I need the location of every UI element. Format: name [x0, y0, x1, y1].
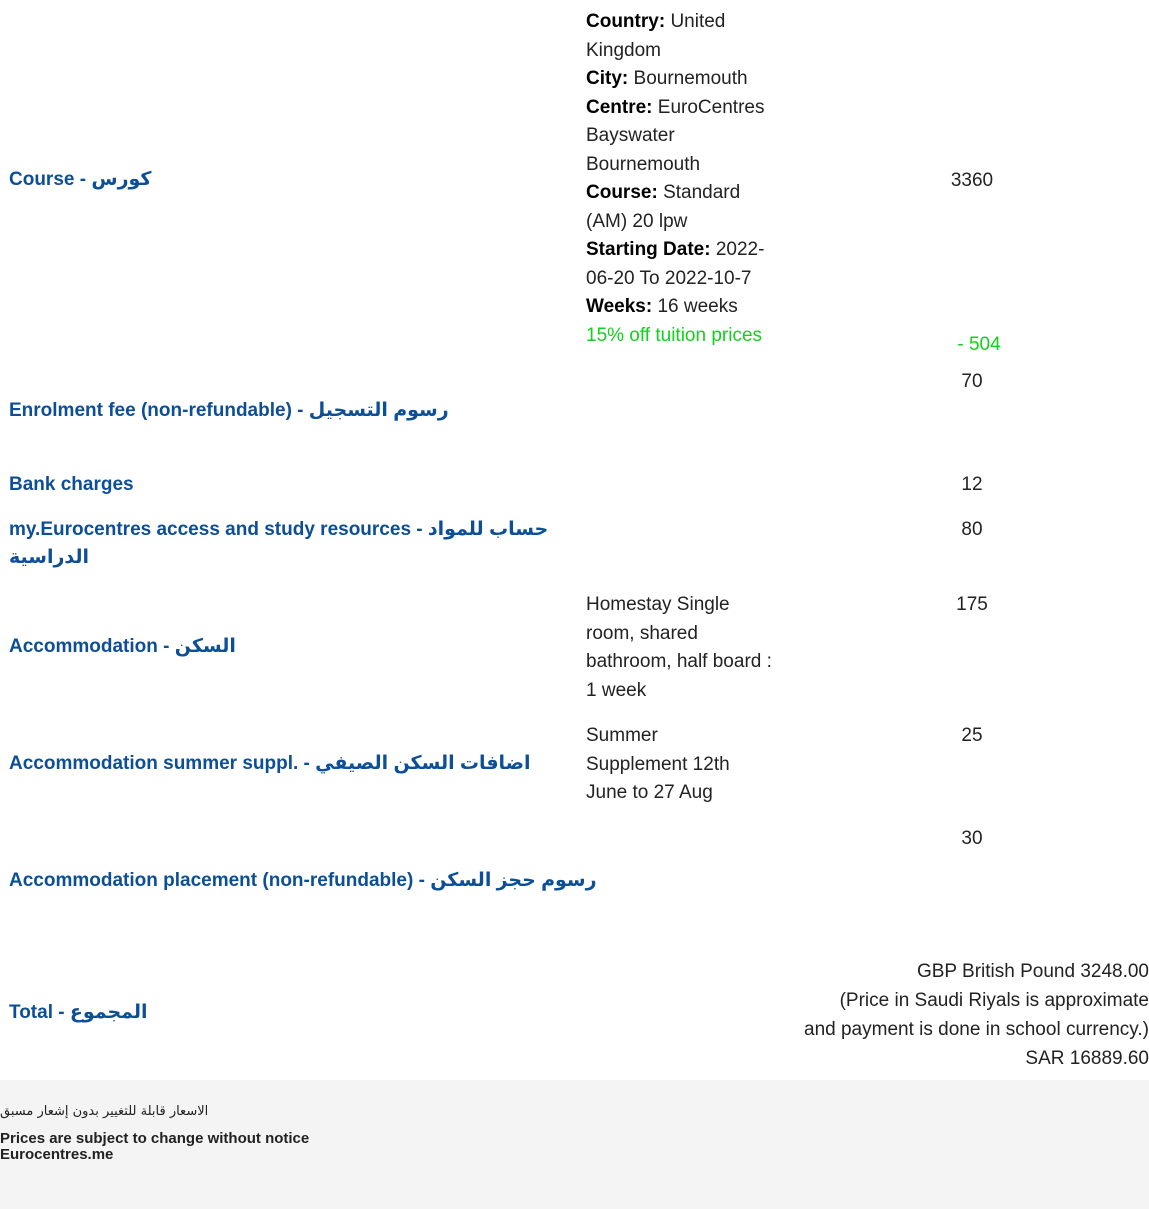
course-price: 3360 [950, 170, 994, 191]
resources-price: 80 [961, 519, 983, 540]
discount-note: 15% off tuition prices [586, 324, 763, 346]
bank-price: 12 [961, 474, 983, 495]
accommodation-details: Homestay Single room, shared bathroom, h… [586, 594, 772, 701]
accommodation-label: Accommodation - السكن [9, 636, 236, 657]
bank-label: Bank charges [9, 474, 134, 495]
summer-price: 25 [961, 725, 983, 746]
summer-details: Summer Supplement 12th June to 27 Aug [586, 725, 730, 803]
weeks-value: 16 weeks [657, 296, 738, 317]
weeks-key: Weeks: [586, 296, 653, 317]
total-note-line2: and payment is done in school currency.) [804, 1019, 1149, 1040]
placement-price: 30 [961, 828, 983, 849]
city-value: Bournemouth [633, 68, 748, 89]
site-name: Eurocentres.me [0, 1146, 114, 1163]
total-label: Total - المجموع [9, 1002, 148, 1023]
enrolment-price: 70 [961, 371, 983, 392]
total-amount-block: GBP British Pound 3248.00 (Price in Saud… [769, 957, 1149, 1073]
total-sar: SAR 16889.60 [1025, 1048, 1149, 1069]
summer-label: Accommodation summer suppl. - اضافات الس… [9, 753, 531, 774]
accommodation-price: 175 [956, 594, 988, 615]
total-gbp: GBP British Pound 3248.00 [916, 961, 1149, 982]
placement-label: Accommodation placement (non-refundable)… [9, 870, 597, 891]
centre-key: Centre: [586, 96, 653, 118]
enrolment-label: Enrolment fee (non-refundable) - رسوم ال… [9, 400, 449, 421]
start-key: Starting Date: [586, 239, 711, 260]
course-key: Course: [586, 182, 658, 203]
course-discount: - 504 [957, 334, 1001, 355]
country-key: Country: [586, 11, 666, 32]
quote-page: Course - كورس Country: United Kingdom Ci… [0, 0, 1149, 1209]
course-details: Country: United Kingdom City: Bournemout… [586, 8, 786, 350]
resources-label: my.Eurocentres access and study resource… [9, 519, 549, 568]
price-change-notice: Prices are subject to change without not… [0, 1130, 310, 1147]
city-key: City: [586, 68, 629, 89]
footer-arabic-notice: الاسعار قابلة للتغيير بدون إشعار مسبق [0, 1104, 209, 1119]
footer-english-notice: Prices are subject to change without not… [0, 1131, 309, 1163]
course-label: Course - كورس [9, 169, 152, 190]
total-note-line1: (Price in Saudi Riyals is approximate [839, 990, 1149, 1011]
